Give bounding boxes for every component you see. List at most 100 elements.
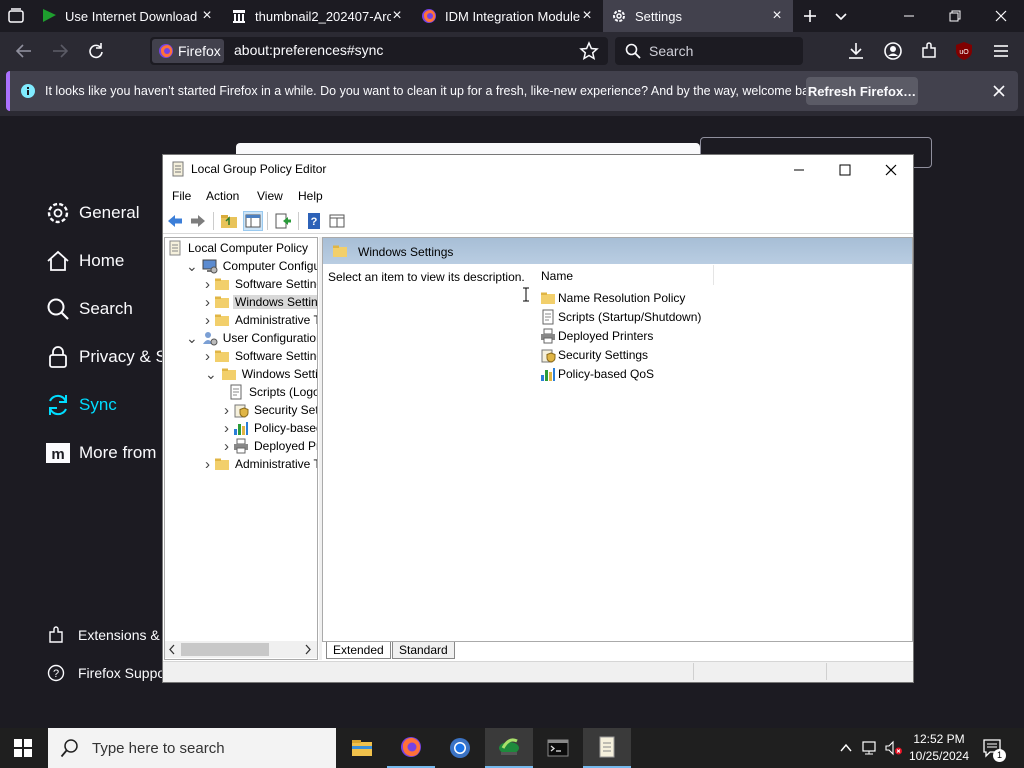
list-tabs-chevron-down-icon[interactable] [833, 8, 849, 24]
firefox-view-icon[interactable] [6, 6, 26, 26]
show-hide-tree-icon[interactable] [243, 211, 263, 231]
collapse-chevron-icon[interactable]: ⌄ [186, 259, 198, 273]
tab-idm-usage[interactable]: Use Internet Download M × [33, 0, 223, 32]
url-text[interactable]: about:preferences#sync [234, 42, 383, 58]
chrome-icon[interactable] [436, 728, 484, 768]
file-explorer-icon[interactable] [338, 728, 386, 768]
forward-arrow-icon[interactable] [49, 40, 71, 62]
category-privacy[interactable]: Privacy & Se [45, 344, 176, 370]
collapse-chevron-icon[interactable]: ⌄ [186, 331, 198, 345]
hamburger-menu-icon[interactable] [990, 40, 1012, 62]
expand-chevron-icon[interactable]: › [205, 312, 210, 329]
tab-extended[interactable]: Extended [326, 642, 391, 659]
taskbar-search-box[interactable]: Type here to search [48, 728, 336, 768]
tree-node[interactable]: › Deployed Prin [224, 437, 317, 455]
network-icon[interactable] [861, 740, 879, 756]
windows-start-icon[interactable] [14, 739, 32, 757]
extensions-puzzle-icon[interactable] [918, 40, 940, 62]
column-header-name[interactable]: Name [541, 269, 573, 283]
tree-node[interactable]: › Policy-based [224, 419, 317, 437]
column-separator[interactable] [713, 265, 714, 285]
scrollbar-thumb[interactable] [181, 643, 269, 656]
list-item[interactable]: Security Settings [540, 346, 648, 364]
expand-chevron-icon[interactable]: › [205, 276, 210, 293]
account-icon[interactable] [882, 40, 904, 62]
extensions-themes-link[interactable]: Extensions & [47, 626, 160, 644]
ublock-origin-icon[interactable]: uO [953, 40, 975, 62]
menu-view[interactable]: View [257, 189, 283, 203]
category-more-from-mozilla[interactable]: m More from M [45, 440, 175, 466]
minimize-window-icon[interactable] [776, 155, 822, 185]
bookmark-star-icon[interactable] [578, 40, 600, 62]
tree-node[interactable]: ⌄ User Configuration [186, 329, 317, 347]
expand-chevron-icon[interactable]: › [205, 294, 210, 311]
up-folder-icon[interactable] [220, 212, 238, 230]
show-hidden-icons-chevron-up-icon[interactable] [838, 740, 854, 756]
tree-node[interactable]: Scripts (Logon [224, 383, 317, 401]
volume-muted-icon[interactable] [885, 740, 903, 756]
restore-window-icon[interactable] [932, 0, 978, 32]
menu-help[interactable]: Help [298, 189, 323, 203]
close-notification-icon[interactable] [991, 83, 1007, 99]
tree-node[interactable]: ⌄ Computer Configura [186, 257, 317, 275]
firefox-support-link[interactable]: ? Firefox Suppo [47, 664, 165, 682]
reload-icon[interactable] [85, 40, 107, 62]
close-window-icon[interactable] [978, 0, 1024, 32]
search-bar[interactable]: Search [615, 37, 803, 65]
new-tab-icon[interactable] [802, 8, 818, 24]
minimize-window-icon[interactable] [886, 0, 932, 32]
export-list-icon[interactable] [274, 212, 292, 230]
close-tab-icon[interactable]: × [389, 8, 405, 24]
tree-node[interactable]: › Software Settings [205, 347, 317, 365]
category-sync[interactable]: Sync [45, 392, 117, 418]
tree-node[interactable]: › Administrative Te [205, 311, 317, 329]
back-arrow-icon[interactable] [166, 212, 184, 230]
tab-settings[interactable]: Settings × [603, 0, 793, 32]
category-search[interactable]: Search [45, 296, 133, 322]
category-home[interactable]: Home [45, 248, 124, 274]
menu-action[interactable]: Action [206, 189, 239, 203]
expand-chevron-icon[interactable]: › [224, 438, 229, 455]
downloads-icon[interactable] [845, 40, 867, 62]
scroll-left-icon[interactable] [167, 644, 177, 655]
terminal-icon[interactable] [534, 728, 582, 768]
idm-taskbar-icon[interactable] [485, 728, 533, 768]
close-tab-icon[interactable]: × [579, 8, 595, 24]
list-item[interactable]: Policy-based QoS [540, 365, 654, 383]
expand-chevron-icon[interactable]: › [224, 420, 229, 437]
tab-idm-integration[interactable]: IDM Integration Module - × [413, 0, 603, 32]
collapse-chevron-icon[interactable]: ⌄ [205, 367, 217, 381]
expand-chevron-icon[interactable]: › [205, 456, 210, 473]
clock-time[interactable]: 12:52 PM [905, 732, 973, 746]
list-item[interactable]: Deployed Printers [540, 327, 653, 345]
gpedit-taskbar-icon[interactable] [583, 728, 631, 768]
close-window-icon[interactable] [868, 155, 914, 185]
tree-node[interactable]: › Security Settin [224, 401, 317, 419]
expand-chevron-icon[interactable]: › [205, 348, 210, 365]
archive-icon [231, 8, 247, 24]
tree-node[interactable]: › Administrative Te [205, 455, 317, 473]
tab-standard[interactable]: Standard [392, 642, 455, 659]
tree-node[interactable]: › Software Settings [205, 275, 317, 293]
properties-panel-icon[interactable] [328, 212, 346, 230]
tree-node[interactable]: ⌄ Windows Setting [205, 365, 317, 383]
close-tab-icon[interactable]: × [199, 8, 215, 24]
identity-box[interactable]: Firefox [152, 39, 224, 63]
expand-chevron-icon[interactable]: › [224, 402, 229, 419]
back-arrow-icon[interactable] [13, 40, 35, 62]
close-tab-icon[interactable]: × [769, 8, 785, 24]
list-item[interactable]: Name Resolution Policy [540, 289, 685, 307]
menu-file[interactable]: File [172, 189, 191, 203]
list-item[interactable]: Scripts (Startup/Shutdown) [540, 308, 701, 326]
refresh-firefox-button[interactable]: Refresh Firefox… [806, 77, 918, 105]
tab-archive[interactable]: thumbnail2_202407-Arch × [223, 0, 413, 32]
maximize-window-icon[interactable] [822, 155, 868, 185]
tree-node[interactable]: Local Computer Policy [167, 239, 310, 257]
firefox-icon[interactable] [387, 728, 435, 768]
tree-node[interactable]: › Windows Setting [205, 293, 317, 311]
forward-arrow-icon[interactable] [189, 212, 207, 230]
clock-date[interactable]: 10/25/2024 [905, 749, 973, 763]
scroll-right-icon[interactable] [303, 644, 313, 655]
help-book-icon[interactable]: ? [305, 212, 323, 230]
category-general[interactable]: General [45, 200, 139, 226]
